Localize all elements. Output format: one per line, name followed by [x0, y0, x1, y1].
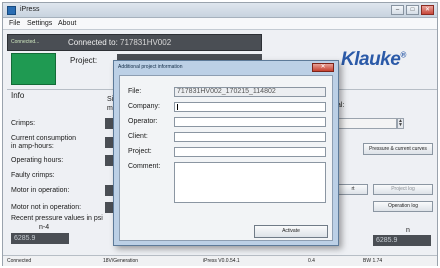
operator-input[interactable] [174, 117, 326, 127]
status-value: 0.4 [308, 258, 315, 264]
text-caret [177, 104, 178, 110]
current-consumption-label-2: in amp-hours: [11, 143, 54, 150]
file-field: 717831HV002_170215_114802 [174, 87, 326, 97]
start-button[interactable]: rt [338, 184, 368, 195]
file-label: File: [128, 88, 142, 95]
status-version: iPress V0.0.54.1 [203, 258, 240, 264]
status-generation: 18V/Generation [103, 258, 139, 264]
menu-bar: File Settings About [3, 18, 437, 30]
n-label: n [406, 227, 410, 234]
faulty-crimps-label: Faulty crimps: [11, 172, 55, 179]
app-icon [7, 6, 16, 15]
menu-about[interactable]: About [58, 20, 76, 27]
motor-not-in-operation-label: Motor not in operation: [11, 204, 82, 211]
dialog-title: Additional project information [118, 64, 183, 70]
menu-file[interactable]: File [9, 20, 20, 27]
company-input[interactable] [174, 102, 326, 112]
operating-hours-label: Operating hours: [11, 157, 64, 164]
project-info-dialog: Additional project information ✕ File: 7… [113, 60, 339, 246]
device-name: 717831HV002 [120, 38, 172, 47]
pressure-current-curves-button[interactable]: Pressure & current curves [363, 143, 433, 155]
status-fw: BW 1.74 [363, 258, 383, 264]
window-title: iPress [20, 6, 40, 13]
pressure-value-n: 6285.9 [373, 235, 431, 246]
dialog-body: File: 717831HV002_170215_114802 Company:… [119, 75, 333, 241]
pressure-values-label: Recent pressure values in psi [11, 215, 103, 222]
setting-input[interactable] [337, 118, 397, 129]
activate-button[interactable]: Activate [254, 225, 328, 238]
info-heading: Info [11, 91, 25, 100]
status-connection: Connected [7, 258, 32, 264]
project-input[interactable] [174, 147, 326, 157]
client-input[interactable] [174, 132, 326, 142]
n-minus-4-label: n-4 [39, 224, 50, 231]
crimps-label: Crimps: [11, 120, 36, 127]
connected-to-label: Connected to: [68, 38, 118, 47]
operator-label: Operator: [128, 118, 158, 125]
spinner-arrows-icon[interactable]: ▲ ▼ [397, 118, 404, 129]
comment-label: Comment: [128, 163, 161, 170]
current-consumption-label: Current consumption [11, 135, 76, 142]
dialog-close-button[interactable]: ✕ [312, 63, 334, 72]
status-bar: Connected 18V/Generation iPress V0.0.54.… [3, 255, 437, 266]
company-label: Company: [128, 103, 160, 110]
project-input-label: Project: [128, 148, 152, 155]
connection-bar: Connected... Connected to: 717831HV002 [7, 34, 262, 51]
connection-indicator [11, 53, 56, 85]
window-controls: – □ ✕ [391, 5, 434, 15]
operation-log-button[interactable]: Operation log [373, 201, 433, 212]
close-button[interactable]: ✕ [421, 5, 434, 15]
menu-settings[interactable]: Settings [27, 20, 52, 27]
connection-status: Connected... [11, 39, 40, 45]
project-log-button[interactable]: Project log [373, 184, 433, 195]
title-bar: iPress – □ ✕ [3, 3, 437, 18]
minimize-button[interactable]: – [391, 5, 404, 15]
maximize-button[interactable]: □ [406, 5, 419, 15]
motor-in-operation-label: Motor in operation: [11, 187, 70, 194]
comment-input[interactable] [174, 162, 326, 203]
klauke-logo: Klauke® [341, 49, 406, 70]
project-label: Project: [70, 56, 98, 65]
client-label: Client: [128, 133, 148, 140]
pressure-value-n4: 6285.9 [11, 233, 69, 244]
